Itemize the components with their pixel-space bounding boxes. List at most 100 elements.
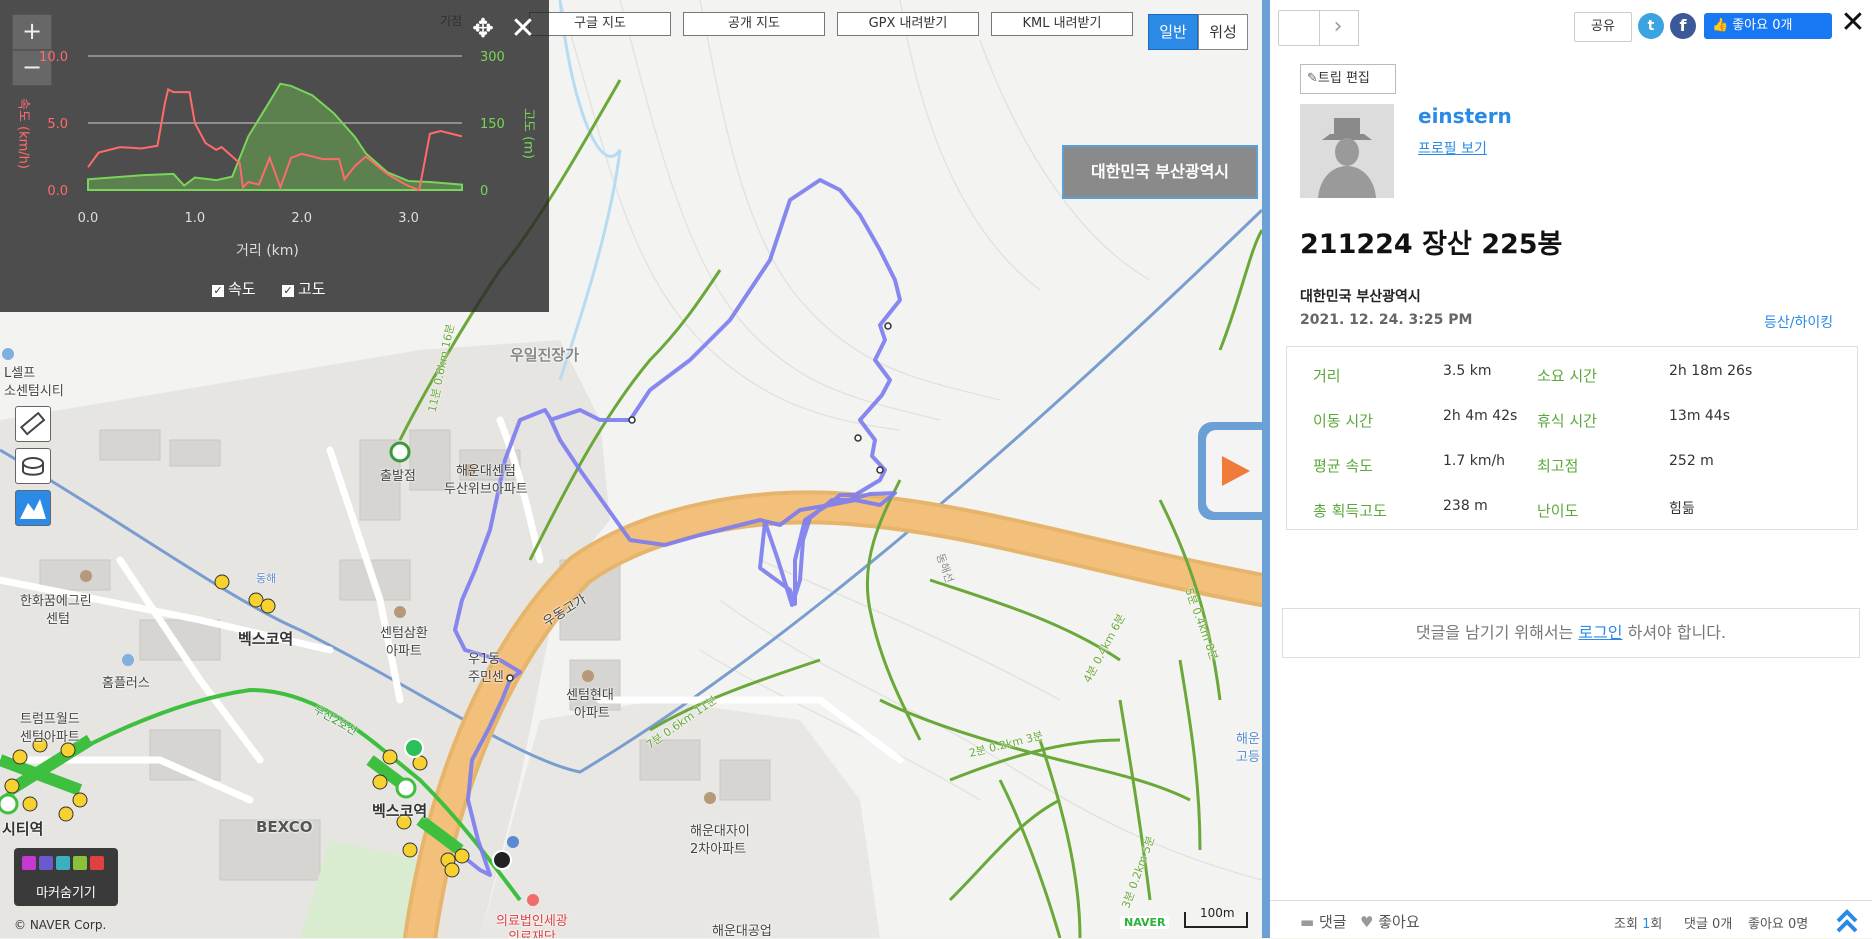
- like-button[interactable]: ♥ 좋아요: [1360, 911, 1420, 932]
- stat-value: 3.5 km: [1443, 363, 1492, 379]
- speed-checkbox-label: 속도: [228, 280, 256, 298]
- map-label: 아파트: [574, 706, 610, 721]
- region-badge: 대한민국 부산광역시: [1062, 145, 1258, 199]
- map-label: 아파트: [386, 644, 422, 659]
- like-button-label: 좋아요 0개: [1732, 18, 1793, 33]
- edit-trip-label: 트립 편집: [1317, 71, 1370, 86]
- chart-x-tick-label: 0.0: [78, 211, 99, 226]
- map-label: 고등: [1236, 750, 1260, 765]
- edit-trip-button[interactable]: ✎트립 편집: [1300, 64, 1396, 94]
- play-arrow-icon: [1222, 456, 1250, 486]
- login-link[interactable]: 로그인: [1578, 623, 1622, 642]
- map-label: 한화꿈에그린: [20, 594, 92, 609]
- stat-label: 이동 시간: [1313, 412, 1373, 430]
- view-count: 조회 1회: [1614, 913, 1662, 932]
- chart-y-left-tick-label: 0.0: [47, 184, 68, 199]
- scroll-top-icon[interactable]: [1832, 905, 1862, 935]
- comment-icon: ▬: [1300, 913, 1315, 931]
- stats-box: 거리 3.5 km 소요 시간 2h 18m 26s 이동 시간 2h 4m 42s 휴식 …: [1286, 346, 1858, 530]
- heart-icon: ♥: [1360, 913, 1374, 931]
- views-label: 조회: [1614, 917, 1638, 932]
- panel-toggle-inner: [1206, 430, 1262, 512]
- stat-value: 1.7 km/h: [1443, 453, 1506, 469]
- speed-checkbox[interactable]: ✓ 속도: [212, 278, 256, 299]
- next-button[interactable]: ›: [1318, 10, 1359, 46]
- prev-button[interactable]: [1278, 10, 1320, 46]
- elevation-chart-panel: + − ✥ ✕ 0.0 1.0 2.0 3.0 10.0 5.0 0.0 300 150 0 속도…: [0, 0, 549, 312]
- altitude-checkbox-label: 고도: [298, 280, 326, 298]
- map-type-normal[interactable]: 일반: [1148, 14, 1198, 50]
- chart-y-right-tick-label: 300: [480, 50, 505, 65]
- like-label: 좋아요: [1378, 913, 1420, 931]
- map-label: 2차아파트: [690, 842, 747, 857]
- map-label: 두산위브아파트: [444, 482, 528, 497]
- map-label: L셀프: [4, 366, 36, 381]
- marker-hide-button[interactable]: 마커숨기기: [14, 848, 118, 906]
- scale-label: 100m: [1200, 906, 1235, 920]
- marker-icons: [22, 856, 104, 874]
- elevation-chart-toggle-icon[interactable]: [15, 490, 51, 526]
- map-label: 센텀삼환: [380, 626, 428, 641]
- chart-y-left-label: 속도 (km/h): [15, 97, 31, 169]
- altitude-checkbox[interactable]: ✓ 고도: [282, 278, 326, 299]
- comment-button-label: 댓글: [1318, 913, 1347, 931]
- map-type-satellite[interactable]: 위성: [1198, 14, 1248, 50]
- trip-title: 211224 장산 225봉: [1300, 229, 1563, 260]
- pencil-icon: ✎: [1307, 71, 1318, 86]
- profile-link[interactable]: 프로필 보기: [1418, 138, 1487, 158]
- checkbox-icon: ✓: [212, 284, 224, 297]
- map-view[interactable]: L셀프 소센텀시티 한화꿈에그린 센텀 벡스코역 홈플러스 트럼프월드 센텀아파…: [0, 0, 1262, 938]
- facebook-icon[interactable]: f: [1670, 13, 1696, 39]
- stat-value: 힘듦: [1669, 501, 1695, 517]
- chart-x-tick-label: 2.0: [291, 211, 312, 226]
- map-label: BEXCO: [256, 818, 313, 836]
- map-label: 우일진장가: [510, 346, 580, 364]
- area-measure-icon[interactable]: [15, 448, 51, 484]
- stat-label: 거리: [1313, 367, 1341, 385]
- stat-label: 소요 시간: [1537, 367, 1597, 385]
- map-label: 시티역: [2, 820, 44, 838]
- stat-value: 252 m: [1669, 453, 1714, 469]
- user-silhouette-icon: [1300, 104, 1394, 198]
- avatar[interactable]: [1300, 104, 1394, 198]
- open-map-button[interactable]: 공개 지도: [683, 12, 825, 36]
- panel-toggle-button[interactable]: [1198, 422, 1262, 520]
- naver-logo: NAVER: [1120, 916, 1170, 929]
- twitter-icon[interactable]: t: [1638, 13, 1664, 39]
- comment-prompt-before: 댓글을 남기기 위해서는: [1415, 623, 1579, 642]
- chart-y-left-tick-label: 10.0: [39, 50, 68, 65]
- camera-marker-icon: [22, 856, 36, 870]
- comment-prompt-after: 하셔야 합니다.: [1622, 623, 1727, 642]
- close-panel-icon[interactable]: ✕: [1836, 6, 1870, 40]
- gpx-download-button[interactable]: GPX 내려받기: [837, 12, 979, 36]
- map-label: 트럼프월드: [20, 712, 80, 727]
- stat-label: 난이도: [1537, 502, 1579, 520]
- comment-button[interactable]: ▬ 댓글: [1300, 911, 1347, 932]
- ruler-icon[interactable]: [15, 406, 51, 442]
- map-label: 홈플러스: [102, 676, 150, 691]
- map-label: 주민센: [468, 670, 504, 685]
- chart-y-right-tick-label: 0: [480, 184, 488, 199]
- map-label: 센텀현대: [566, 688, 614, 703]
- memo-marker-icon: [73, 856, 87, 870]
- facebook-like-button[interactable]: 👍 좋아요 0개: [1704, 13, 1832, 39]
- kml-download-button[interactable]: KML 내려받기: [991, 12, 1133, 36]
- stat-label: 평균 속도: [1313, 457, 1373, 475]
- share-button[interactable]: 공유: [1574, 12, 1632, 42]
- map-label: 해운: [1236, 732, 1260, 747]
- map-label: 센텀: [46, 612, 70, 627]
- views-unit: 회: [1650, 917, 1663, 932]
- marker-hide-label: 마커숨기기: [36, 886, 96, 901]
- copyright: © NAVER Corp.: [14, 918, 107, 932]
- trip-category-link[interactable]: 등산/하이킹: [1764, 312, 1833, 332]
- chart-x-label: 거리 (km): [236, 243, 299, 259]
- pin-marker-icon: [56, 856, 70, 870]
- stat-label: 휴식 시간: [1537, 412, 1597, 430]
- map-label: 의료재단: [508, 930, 556, 938]
- google-map-button[interactable]: 구글 지도: [529, 12, 671, 36]
- chart-y-right-tick-label: 150: [480, 117, 505, 132]
- stat-label: 최고점: [1537, 457, 1579, 475]
- chart-y-right-label: 고도 (m): [520, 108, 536, 159]
- trip-date: 2021. 12. 24. 3:25 PM: [1300, 312, 1473, 328]
- username-link[interactable]: einstern: [1418, 104, 1512, 128]
